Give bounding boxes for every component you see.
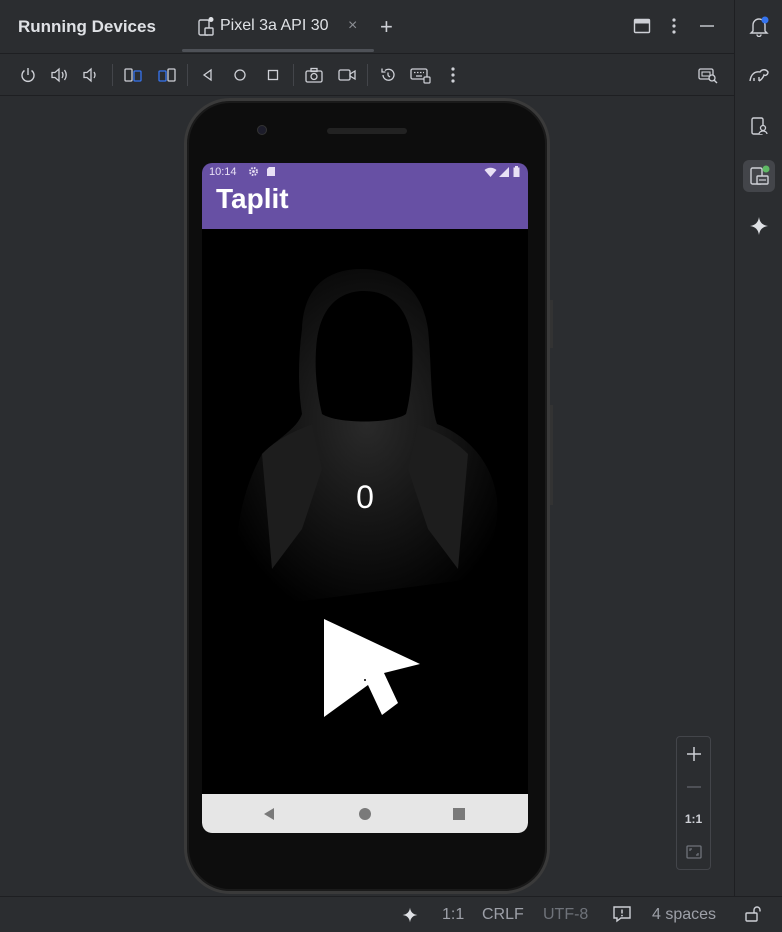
android-status-bar: 10:14 <box>202 163 528 181</box>
right-tool-stripe <box>734 0 782 896</box>
power-icon[interactable] <box>16 64 40 86</box>
nav-overview-icon[interactable] <box>451 806 467 822</box>
tab-underline <box>182 49 374 52</box>
lock-icon[interactable] <box>744 905 764 928</box>
device-tab-icon <box>197 17 215 37</box>
options-icon[interactable] <box>666 17 682 40</box>
window-layout-icon[interactable] <box>633 17 651 40</box>
device-toolbar <box>0 55 734 96</box>
rotate-right-icon[interactable] <box>155 64 179 86</box>
ide-window: Running Devices Pixel 3a API 30 × + 10:1… <box>0 0 782 932</box>
earpiece-speaker <box>327 128 407 134</box>
rotate-left-icon[interactable] <box>121 64 145 86</box>
tool-window-header: Running Devices Pixel 3a API 30 × + <box>0 0 734 54</box>
device-screen[interactable]: 10:14 Taplit 0 <box>202 163 528 833</box>
app-toolbar: Taplit <box>202 181 528 229</box>
keyboard-icon[interactable] <box>408 64 432 86</box>
wifi-icon <box>484 167 497 180</box>
zoom-fit-icon[interactable] <box>677 837 710 867</box>
ide-status-bar: 1:1 CRLF UTF-8 4 spaces <box>0 896 782 932</box>
close-icon[interactable]: × <box>348 17 357 35</box>
gradle-icon[interactable] <box>743 59 775 91</box>
home-icon[interactable] <box>228 64 252 86</box>
gemini-status-icon[interactable] <box>401 906 419 929</box>
device-manager-icon[interactable] <box>743 110 775 142</box>
volume-down-icon[interactable] <box>79 64 103 86</box>
screenshot-icon[interactable] <box>302 64 326 86</box>
running-devices-icon[interactable] <box>743 160 775 192</box>
settings-icon <box>248 166 259 180</box>
front-camera <box>257 125 267 135</box>
app-content[interactable]: 0 <box>202 229 528 794</box>
overview-icon[interactable] <box>261 64 285 86</box>
zoom-actual-size-button[interactable]: 1:1 <box>677 804 710 834</box>
sd-card-icon <box>266 166 276 180</box>
line-endings[interactable]: CRLF <box>482 906 524 924</box>
toolbar-separator <box>112 64 113 86</box>
back-icon[interactable] <box>196 64 220 86</box>
more-icon[interactable] <box>441 64 465 86</box>
nav-home-icon[interactable] <box>357 806 373 822</box>
caret-position[interactable]: 1:1 <box>442 906 464 924</box>
notifications-icon[interactable] <box>743 10 775 42</box>
add-tab-button[interactable]: + <box>380 14 393 40</box>
panel-title: Running Devices <box>18 17 156 36</box>
tab-pixel-3a[interactable]: Pixel 3a API 30 × <box>182 0 374 54</box>
volume-up-icon[interactable] <box>48 64 72 86</box>
device-mirror-icon[interactable] <box>696 64 720 86</box>
tap-counter[interactable]: 0 <box>202 479 528 516</box>
minimize-icon[interactable] <box>698 17 716 40</box>
volume-key <box>550 405 553 505</box>
zoom-actual-size-label: 1:1 <box>684 812 703 826</box>
nav-back-icon[interactable] <box>261 806 277 822</box>
cursor-icon <box>324 619 420 717</box>
battery-icon <box>513 166 520 180</box>
restore-icon[interactable] <box>376 64 400 86</box>
zoom-in-icon[interactable] <box>677 739 710 769</box>
android-nav-bar <box>202 794 528 833</box>
indent-setting[interactable]: 4 spaces <box>652 906 716 924</box>
screen-record-icon[interactable] <box>335 64 359 86</box>
signal-icon <box>499 167 509 180</box>
status-time: 10:14 <box>209 166 237 178</box>
tab-label: Pixel 3a API 30 <box>220 17 329 34</box>
file-encoding[interactable]: UTF-8 <box>543 906 588 924</box>
gemini-icon[interactable] <box>743 210 775 242</box>
zoom-controls: 1:1 <box>676 736 711 870</box>
zoom-out-icon[interactable] <box>677 772 710 802</box>
toolbar-separator <box>293 64 294 86</box>
power-key <box>550 300 553 348</box>
problems-icon[interactable] <box>612 905 632 928</box>
toolbar-separator <box>367 64 368 86</box>
app-title: Taplit <box>216 183 289 214</box>
toolbar-separator <box>187 64 188 86</box>
